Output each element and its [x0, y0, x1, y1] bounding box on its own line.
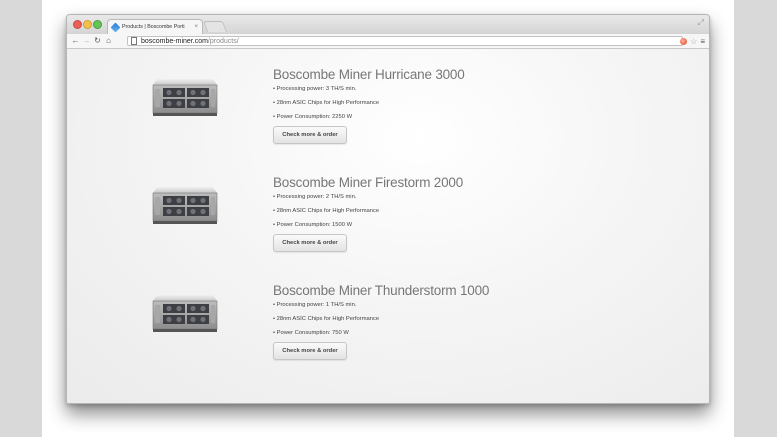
- back-arrow-icon[interactable]: ←: [70, 34, 81, 48]
- product-info: Boscombe Miner Hurricane 3000 • Processi…: [273, 67, 633, 144]
- spec-power-consumption: • Power Consumption: 1500 W: [273, 222, 353, 228]
- url-path: /products/: [207, 37, 239, 45]
- browser-tab-products[interactable]: Products | Boscombe Porti ×: [107, 19, 203, 34]
- url-host: boscombe-miner.com: [141, 37, 208, 45]
- check-more-order-button[interactable]: Check more & order: [273, 342, 347, 360]
- close-window-button[interactable]: [73, 20, 82, 29]
- spec-asic-chips: • 28nm ASIC Chips for High Performance: [273, 100, 380, 106]
- minimize-window-button[interactable]: [83, 20, 92, 29]
- browser-toolbar: ← → ↻ ⌂ boscombe-miner.com/products/ ☆ ≡: [67, 34, 709, 49]
- spec-asic-chips: • 28nm ASIC Chips for High Performance: [273, 316, 380, 322]
- spec-power-consumption: • Power Consumption: 750 W: [273, 330, 349, 336]
- fullscreen-icon[interactable]: ⤢: [698, 18, 704, 28]
- page-icon: [131, 37, 137, 45]
- product-title: Boscombe Miner Hurricane 3000: [273, 67, 465, 82]
- star-icon[interactable]: ☆: [690, 37, 697, 46]
- spec-processing-power: • Processing power: 3 TH/S min.: [273, 86, 357, 92]
- spec-asic-chips: • 28nm ASIC Chips for High Performance: [273, 208, 380, 214]
- product-image: [149, 185, 221, 229]
- tab-title: Products | Boscombe Porti: [122, 24, 185, 30]
- product-info: Boscombe Miner Thunderstorm 1000 • Proce…: [273, 283, 633, 360]
- forward-arrow-icon[interactable]: →: [81, 34, 92, 48]
- maximize-window-button[interactable]: [93, 20, 102, 29]
- tab-strip: Products | Boscombe Porti × ⤢: [67, 15, 709, 34]
- product-image: [149, 77, 221, 121]
- product-title: Boscombe Miner Firestorm 2000: [273, 175, 464, 190]
- product-item: Boscombe Miner Hurricane 3000 • Processi…: [67, 67, 709, 157]
- spec-processing-power: • Processing power: 1 TH/S min.: [273, 302, 357, 308]
- product-title: Boscombe Miner Thunderstorm 1000: [273, 283, 490, 298]
- spec-processing-power: • Processing power: 2 TH/S min.: [273, 194, 357, 200]
- product-item: Boscombe Miner Firestorm 2000 • Processi…: [67, 175, 709, 265]
- address-bar[interactable]: boscombe-miner.com/products/: [127, 36, 683, 46]
- menu-icon[interactable]: ≡: [700, 37, 705, 46]
- product-image: [149, 293, 221, 337]
- product-info: Boscombe Miner Firestorm 2000 • Processi…: [273, 175, 633, 252]
- site-favicon-icon: [110, 22, 121, 32]
- reload-icon[interactable]: ↻: [92, 34, 103, 48]
- tab-close-icon[interactable]: ×: [194, 24, 198, 30]
- new-tab-button[interactable]: [202, 21, 228, 32]
- check-more-order-button[interactable]: Check more & order: [273, 126, 347, 144]
- browser-window: Products | Boscombe Porti × ⤢ ← → ↻ ⌂ bo…: [66, 14, 710, 404]
- product-item: Boscombe Miner Thunderstorm 1000 • Proce…: [67, 283, 709, 373]
- page-content: Boscombe Miner Hurricane 3000 • Processi…: [67, 49, 709, 403]
- check-more-order-button[interactable]: Check more & order: [273, 234, 347, 252]
- spec-power-consumption: • Power Consumption: 2250 W: [273, 114, 353, 120]
- home-icon[interactable]: ⌂: [103, 34, 114, 48]
- extension-icon[interactable]: [680, 37, 688, 45]
